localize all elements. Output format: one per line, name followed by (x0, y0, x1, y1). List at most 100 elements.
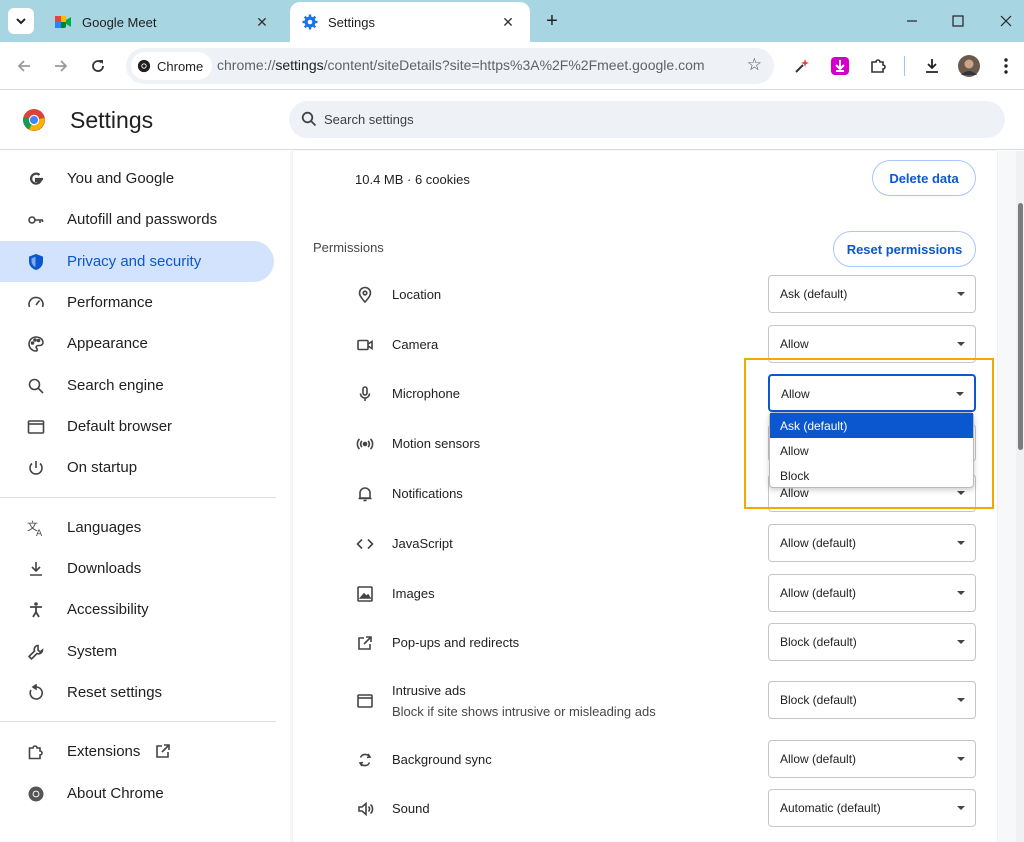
sidebar-item-reset-settings[interactable]: Reset settings (0, 672, 274, 713)
permission-row-pop-ups-and-redirects: Pop-ups and redirects Block (default) (313, 623, 993, 663)
sync-icon (355, 750, 375, 770)
chrome-menu-button[interactable] (992, 52, 1020, 80)
minimize-button[interactable] (898, 8, 926, 34)
caret-down-icon (957, 698, 965, 702)
permission-row-sound: Sound Automatic (default) (313, 789, 993, 829)
profile-button[interactable] (955, 52, 983, 80)
bell-icon (355, 484, 375, 504)
extension-button[interactable] (788, 52, 816, 80)
url-path: /content/siteDetails?site=https%3A%2F%2F… (323, 57, 705, 73)
permission-label: Location (392, 287, 442, 302)
permission-select[interactable]: Allow (default) (768, 524, 976, 562)
address-bar[interactable]: Chrome chrome://settings/content/siteDet… (126, 48, 774, 84)
sidebar-item-on-startup[interactable]: On startup (0, 447, 274, 488)
sidebar-item-appearance[interactable]: Appearance (0, 323, 274, 364)
external-link-icon (154, 742, 172, 764)
back-button[interactable] (10, 52, 38, 80)
toolbar-divider (904, 56, 905, 76)
url-domain: settings (275, 57, 324, 73)
permission-select[interactable]: Block (default) (768, 623, 976, 661)
maximize-icon (952, 15, 964, 27)
site-info-chip[interactable]: Chrome (131, 52, 213, 80)
downloads-button[interactable] (918, 52, 946, 80)
reload-button[interactable] (84, 52, 112, 80)
sidebar-item-extensions[interactable]: Extensions (0, 731, 274, 772)
sidebar-item-languages[interactable]: 文 A Languages (0, 507, 274, 548)
forward-button[interactable] (47, 52, 75, 80)
reset-icon (26, 683, 46, 703)
chevron-down-icon (16, 18, 26, 25)
code-icon (355, 534, 375, 554)
permission-label: Background sync (392, 752, 492, 767)
sidebar-item-label: Autofill and passwords (67, 211, 218, 228)
permission-select[interactable]: Ask (default) (768, 275, 976, 313)
caret-down-icon (957, 757, 965, 761)
permission-label: Sound (392, 801, 430, 816)
palette-icon (26, 334, 46, 354)
tab-settings[interactable]: Settings ✕ (290, 2, 530, 42)
close-tab-icon[interactable]: ✕ (252, 12, 272, 32)
permission-label: Images (392, 586, 435, 601)
tab-title: Settings (328, 14, 375, 30)
sidebar-item-label: Accessibility (67, 601, 149, 618)
delete-data-button[interactable]: Delete data (872, 160, 976, 196)
key-icon (26, 210, 46, 230)
image-icon (355, 584, 375, 604)
avatar (958, 55, 980, 77)
sidebar-item-you-and-google[interactable]: You and Google (0, 158, 274, 199)
chrome-logo-icon (23, 109, 45, 131)
caret-down-icon (957, 292, 965, 296)
sidebar-item-accessibility[interactable]: Accessibility (0, 589, 274, 630)
sidebar-divider (0, 721, 276, 722)
permission-row-background-sync: Background sync Allow (default) (313, 740, 993, 780)
sidebar-item-label: On startup (67, 459, 138, 476)
page-title: Settings (70, 107, 154, 133)
reset-permissions-button[interactable]: Reset permissions (833, 231, 976, 267)
sidebar-item-system[interactable]: System (0, 631, 274, 672)
close-window-button[interactable] (992, 8, 1020, 34)
more-vertical-icon (1004, 58, 1008, 74)
extension-button[interactable] (826, 52, 854, 80)
microphone-icon (355, 384, 375, 404)
gear-icon (302, 14, 318, 30)
scrollbar-thumb[interactable] (1018, 203, 1023, 450)
sidebar-item-downloads[interactable]: Downloads (0, 548, 274, 589)
sidebar-item-search-engine[interactable]: Search engine (0, 365, 274, 406)
select-value: Allow (default) (780, 752, 857, 766)
wrench-icon (26, 642, 46, 662)
power-icon (26, 458, 46, 478)
select-value: Allow (default) (780, 536, 857, 550)
site-usage: 10.4 MB · 6 cookies (355, 172, 470, 187)
url-text[interactable]: chrome://settings/content/siteDetails?si… (217, 57, 705, 73)
sidebar-item-performance[interactable]: Performance (0, 282, 274, 323)
sidebar-item-label: Downloads (67, 560, 142, 577)
caret-down-icon (957, 541, 965, 545)
permission-select[interactable]: Automatic (default) (768, 789, 976, 827)
sidebar-item-label: Search engine (67, 377, 164, 394)
sidebar-item-label: Reset settings (67, 684, 163, 701)
permission-row-images: Images Allow (default) (313, 574, 993, 614)
bookmark-star-icon[interactable]: ☆ (747, 55, 762, 75)
caret-down-icon (957, 591, 965, 595)
extensions-menu-button[interactable] (864, 52, 892, 80)
permission-label: Intrusive ads (392, 683, 466, 698)
chrome-logo-icon (26, 784, 46, 804)
search-input[interactable]: Search settings (289, 101, 1005, 138)
permission-select[interactable]: Block (default) (768, 681, 976, 719)
maximize-button[interactable] (944, 8, 972, 34)
tab-search-button[interactable] (8, 8, 34, 34)
permission-select[interactable]: Allow (default) (768, 740, 976, 778)
sidebar-item-about-chrome[interactable]: About Chrome (0, 773, 274, 814)
permission-select[interactable]: Allow (default) (768, 574, 976, 612)
download-icon (926, 59, 938, 73)
new-tab-button[interactable]: + (538, 8, 566, 34)
select-value: Block (default) (780, 635, 857, 649)
tab-title: Google Meet (82, 14, 157, 30)
sidebar-item-label: You and Google (67, 170, 175, 187)
tab-google-meet[interactable]: Google Meet ✕ (42, 2, 284, 42)
sidebar-item-privacy-and-security[interactable]: Privacy and security (0, 241, 274, 282)
search-icon (301, 111, 317, 127)
sidebar-item-autofill-and-passwords[interactable]: Autofill and passwords (0, 199, 274, 240)
sidebar-item-default-browser[interactable]: Default browser (0, 406, 274, 447)
close-tab-icon[interactable]: ✕ (498, 12, 518, 32)
